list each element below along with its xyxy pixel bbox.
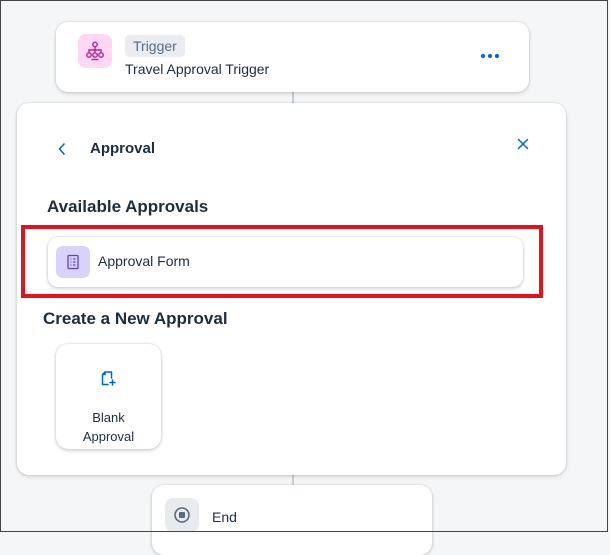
trigger-name: Travel Approval Trigger xyxy=(125,61,270,77)
blank-approval-label-line1: Blank xyxy=(92,410,125,425)
close-icon[interactable] xyxy=(515,136,531,152)
panel-title: Approval xyxy=(90,140,156,157)
trigger-card[interactable]: Trigger Travel Approval Trigger xyxy=(56,22,529,92)
create-new-approval-heading: Create a New Approval xyxy=(43,309,228,328)
stop-icon xyxy=(165,498,199,532)
form-icon xyxy=(56,246,90,278)
end-label: End xyxy=(212,509,237,525)
chevron-left-icon[interactable] xyxy=(55,141,69,157)
add-document-icon xyxy=(100,370,117,387)
blank-approval-label-line2: Approval xyxy=(82,429,135,444)
more-options-icon[interactable] xyxy=(476,48,504,64)
trigger-type-tag: Trigger xyxy=(125,35,185,57)
end-card[interactable]: End xyxy=(152,485,432,555)
available-approvals-heading: Available Approvals xyxy=(47,197,209,216)
trigger-icon xyxy=(78,34,112,68)
blank-approval-label: Blank Approval xyxy=(56,408,161,446)
approval-panel: Approval Available Approvals Approval Fo… xyxy=(17,103,566,475)
approval-form-label: Approval Form xyxy=(98,253,190,269)
blank-approval-tile[interactable]: Blank Approval xyxy=(56,344,161,449)
approval-form-item[interactable]: Approval Form xyxy=(48,237,523,287)
